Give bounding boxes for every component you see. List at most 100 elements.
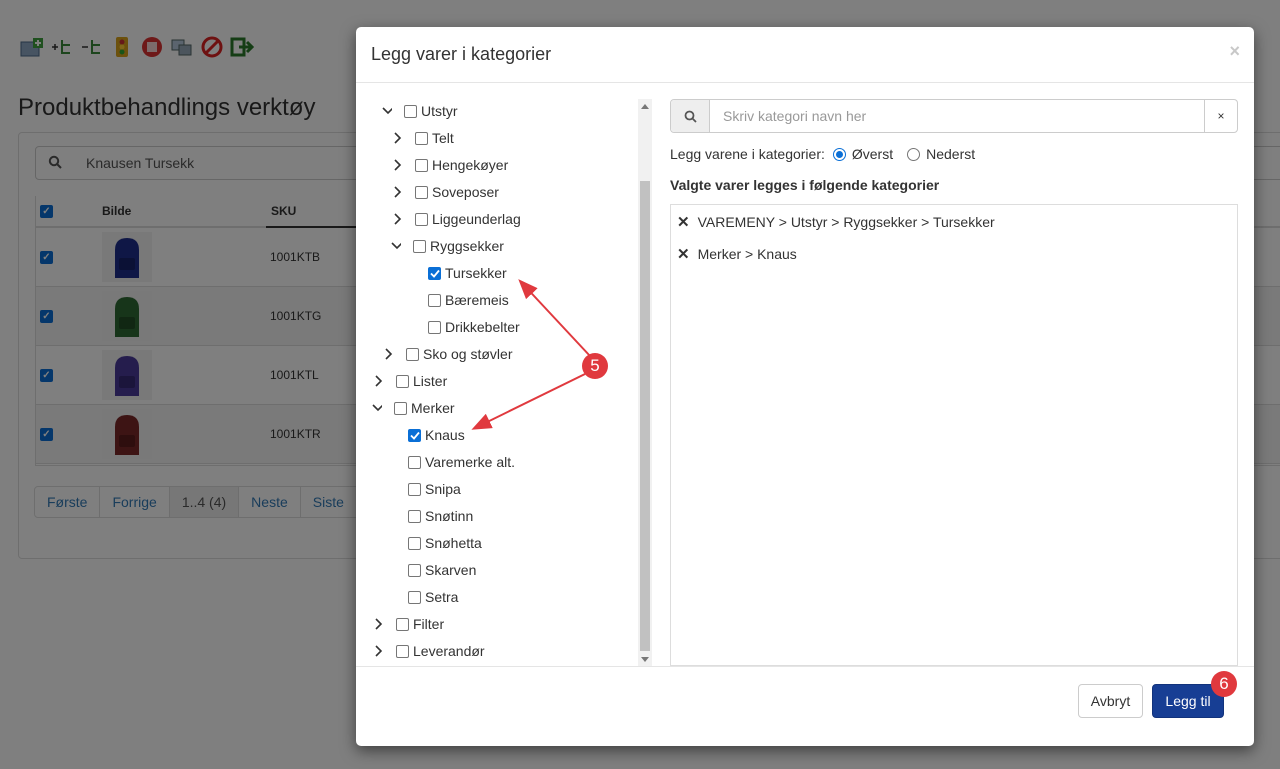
tree-node-snipa[interactable]: Snipa xyxy=(408,479,461,499)
tree-checkbox[interactable] xyxy=(408,455,421,469)
tree-checkbox[interactable] xyxy=(413,239,426,253)
tree-node-baeremeis[interactable]: Bæremeis xyxy=(428,290,509,310)
selected-category-item: ✕ Merker > Knaus xyxy=(677,245,797,263)
tree-node-label: Skarven xyxy=(425,562,477,578)
tree-node-label: Lister xyxy=(413,373,448,389)
tree-node-skarven[interactable]: Skarven xyxy=(408,560,476,580)
tree-checkbox[interactable] xyxy=(406,347,419,361)
chevron-right-icon[interactable] xyxy=(374,618,384,630)
selected-category-path: Merker > Knaus xyxy=(697,246,797,262)
tree-checkbox[interactable] xyxy=(404,104,417,118)
radio-bottom-label[interactable]: Nederst xyxy=(926,146,975,162)
tree-node-leverandor[interactable]: Leverandør xyxy=(374,641,485,661)
tree-checkbox[interactable] xyxy=(396,374,409,388)
tree-node-label: Snøhetta xyxy=(425,535,482,551)
modal-title: Legg varer i kategorier xyxy=(371,44,552,64)
selected-heading: Valgte varer legges i følgende kategorie… xyxy=(670,177,940,193)
tree-node-tursekker[interactable]: Tursekker xyxy=(428,263,507,283)
cancel-button[interactable]: Avbryt xyxy=(1078,684,1143,718)
tree-node-telt[interactable]: Telt xyxy=(393,128,454,148)
chevron-right-icon[interactable] xyxy=(393,186,403,198)
tree-node-label: Bæremeis xyxy=(445,292,509,308)
tree-node-utstyr[interactable]: Utstyr xyxy=(382,101,458,121)
tree-node-ryggsekker[interactable]: Ryggsekker xyxy=(391,236,504,256)
tree-node-lister[interactable]: Lister xyxy=(374,371,447,391)
tree-node-liggeunderlag[interactable]: Liggeunderlag xyxy=(393,209,521,229)
tree-checkbox[interactable] xyxy=(408,482,421,496)
modal-header: Legg varer i kategorier × xyxy=(356,27,1254,83)
tree-checkbox[interactable] xyxy=(428,293,441,307)
tree-checkbox[interactable] xyxy=(415,185,428,199)
tree-node-snotinn[interactable]: Snøtinn xyxy=(408,506,473,526)
chevron-right-icon[interactable] xyxy=(374,375,384,387)
chevron-right-icon[interactable] xyxy=(393,213,403,225)
tree-node-label: Liggeunderlag xyxy=(432,211,521,227)
tree-checkbox[interactable] xyxy=(415,212,428,226)
tree-node-hengekoyer[interactable]: Hengekøyer xyxy=(393,155,508,175)
radio-top[interactable] xyxy=(832,147,846,161)
chevron-down-icon[interactable] xyxy=(391,241,401,251)
callout-badge: 5 xyxy=(582,353,608,379)
tree-node-knaus[interactable]: Knaus xyxy=(408,425,465,445)
tree-node-drikkebelter[interactable]: Drikkebelter xyxy=(428,317,520,337)
tree-scrollbar[interactable] xyxy=(638,99,652,666)
tree-node-label: Varemerke alt. xyxy=(425,454,515,470)
selected-category-item: ✕ VAREMENY > Utstyr > Ryggsekker > Turse… xyxy=(677,213,995,231)
tree-node-label: Telt xyxy=(432,130,454,146)
tree-node-label: Soveposer xyxy=(432,184,499,200)
tree-checkbox[interactable] xyxy=(428,320,441,334)
tree-node-filter[interactable]: Filter xyxy=(374,614,444,634)
tree-checkbox[interactable] xyxy=(396,617,409,631)
modal-footer: Avbryt Legg til xyxy=(356,666,1254,746)
tree-checkbox[interactable] xyxy=(408,563,421,577)
tree-checkbox[interactable] xyxy=(408,509,421,523)
search-icon xyxy=(671,100,710,132)
chevron-right-icon[interactable] xyxy=(393,132,403,144)
tree-checkbox[interactable] xyxy=(408,536,421,550)
scroll-thumb[interactable] xyxy=(640,181,650,651)
chevron-right-icon[interactable] xyxy=(393,159,403,171)
tree-node-label: Ryggsekker xyxy=(430,238,504,254)
tree-node-label: Drikkebelter xyxy=(445,319,520,335)
tree-node-label: Filter xyxy=(413,616,445,632)
category-search-input[interactable] xyxy=(711,100,1205,132)
radio-top-label[interactable]: Øverst xyxy=(852,146,893,162)
tree-checkbox[interactable] xyxy=(396,644,409,658)
tree-node-varemerke-alt[interactable]: Varemerke alt. xyxy=(408,452,515,472)
chevron-right-icon[interactable] xyxy=(384,348,394,360)
tree-node-label: Setra xyxy=(425,589,459,605)
scroll-down-icon[interactable] xyxy=(638,652,652,666)
category-modal: Legg varer i kategorier × Utstyr Telt He… xyxy=(356,27,1254,746)
tree-node-label: Knaus xyxy=(425,427,465,443)
selected-category-path: VAREMENY > Utstyr > Ryggsekker > Tursekk… xyxy=(697,214,995,230)
tree-checkbox[interactable] xyxy=(415,158,428,172)
tree-checkbox[interactable] xyxy=(394,401,407,415)
tree-node-label: Sko og støvler xyxy=(423,346,513,362)
chevron-down-icon[interactable] xyxy=(372,403,382,413)
scroll-up-icon[interactable] xyxy=(638,99,652,113)
tree-node-label: Snipa xyxy=(425,481,461,497)
tree-node-sko-og-stovler[interactable]: Sko og støvler xyxy=(384,344,512,364)
tree-checkbox[interactable] xyxy=(408,428,421,442)
remove-icon[interactable]: ✕ xyxy=(677,245,690,263)
remove-icon[interactable]: ✕ xyxy=(677,213,690,231)
tree-checkbox[interactable] xyxy=(408,590,421,604)
tree-node-label: Hengekøyer xyxy=(432,157,509,173)
tree-checkbox[interactable] xyxy=(428,266,441,280)
placement-options: Legg varene i kategorier: Øverst Nederst xyxy=(670,146,975,162)
tree-node-snohetta[interactable]: Snøhetta xyxy=(408,533,482,553)
category-tree: Utstyr Telt Hengekøyer Soveposer Liggeun… xyxy=(370,99,652,665)
tree-node-label: Leverandør xyxy=(413,643,485,659)
radio-bottom[interactable] xyxy=(907,147,921,161)
tree-node-setra[interactable]: Setra xyxy=(408,587,458,607)
clear-search-icon[interactable]: × xyxy=(1204,100,1237,132)
tree-node-label: Tursekker xyxy=(445,265,507,281)
tree-node-merker[interactable]: Merker xyxy=(372,398,455,418)
chevron-down-icon[interactable] xyxy=(382,106,392,116)
close-icon[interactable]: × xyxy=(1229,41,1240,62)
tree-node-soveposer[interactable]: Soveposer xyxy=(393,182,499,202)
category-search: × xyxy=(670,99,1238,133)
tree-checkbox[interactable] xyxy=(415,131,428,145)
chevron-right-icon[interactable] xyxy=(374,645,384,657)
callout-badge: 6 xyxy=(1211,671,1237,697)
